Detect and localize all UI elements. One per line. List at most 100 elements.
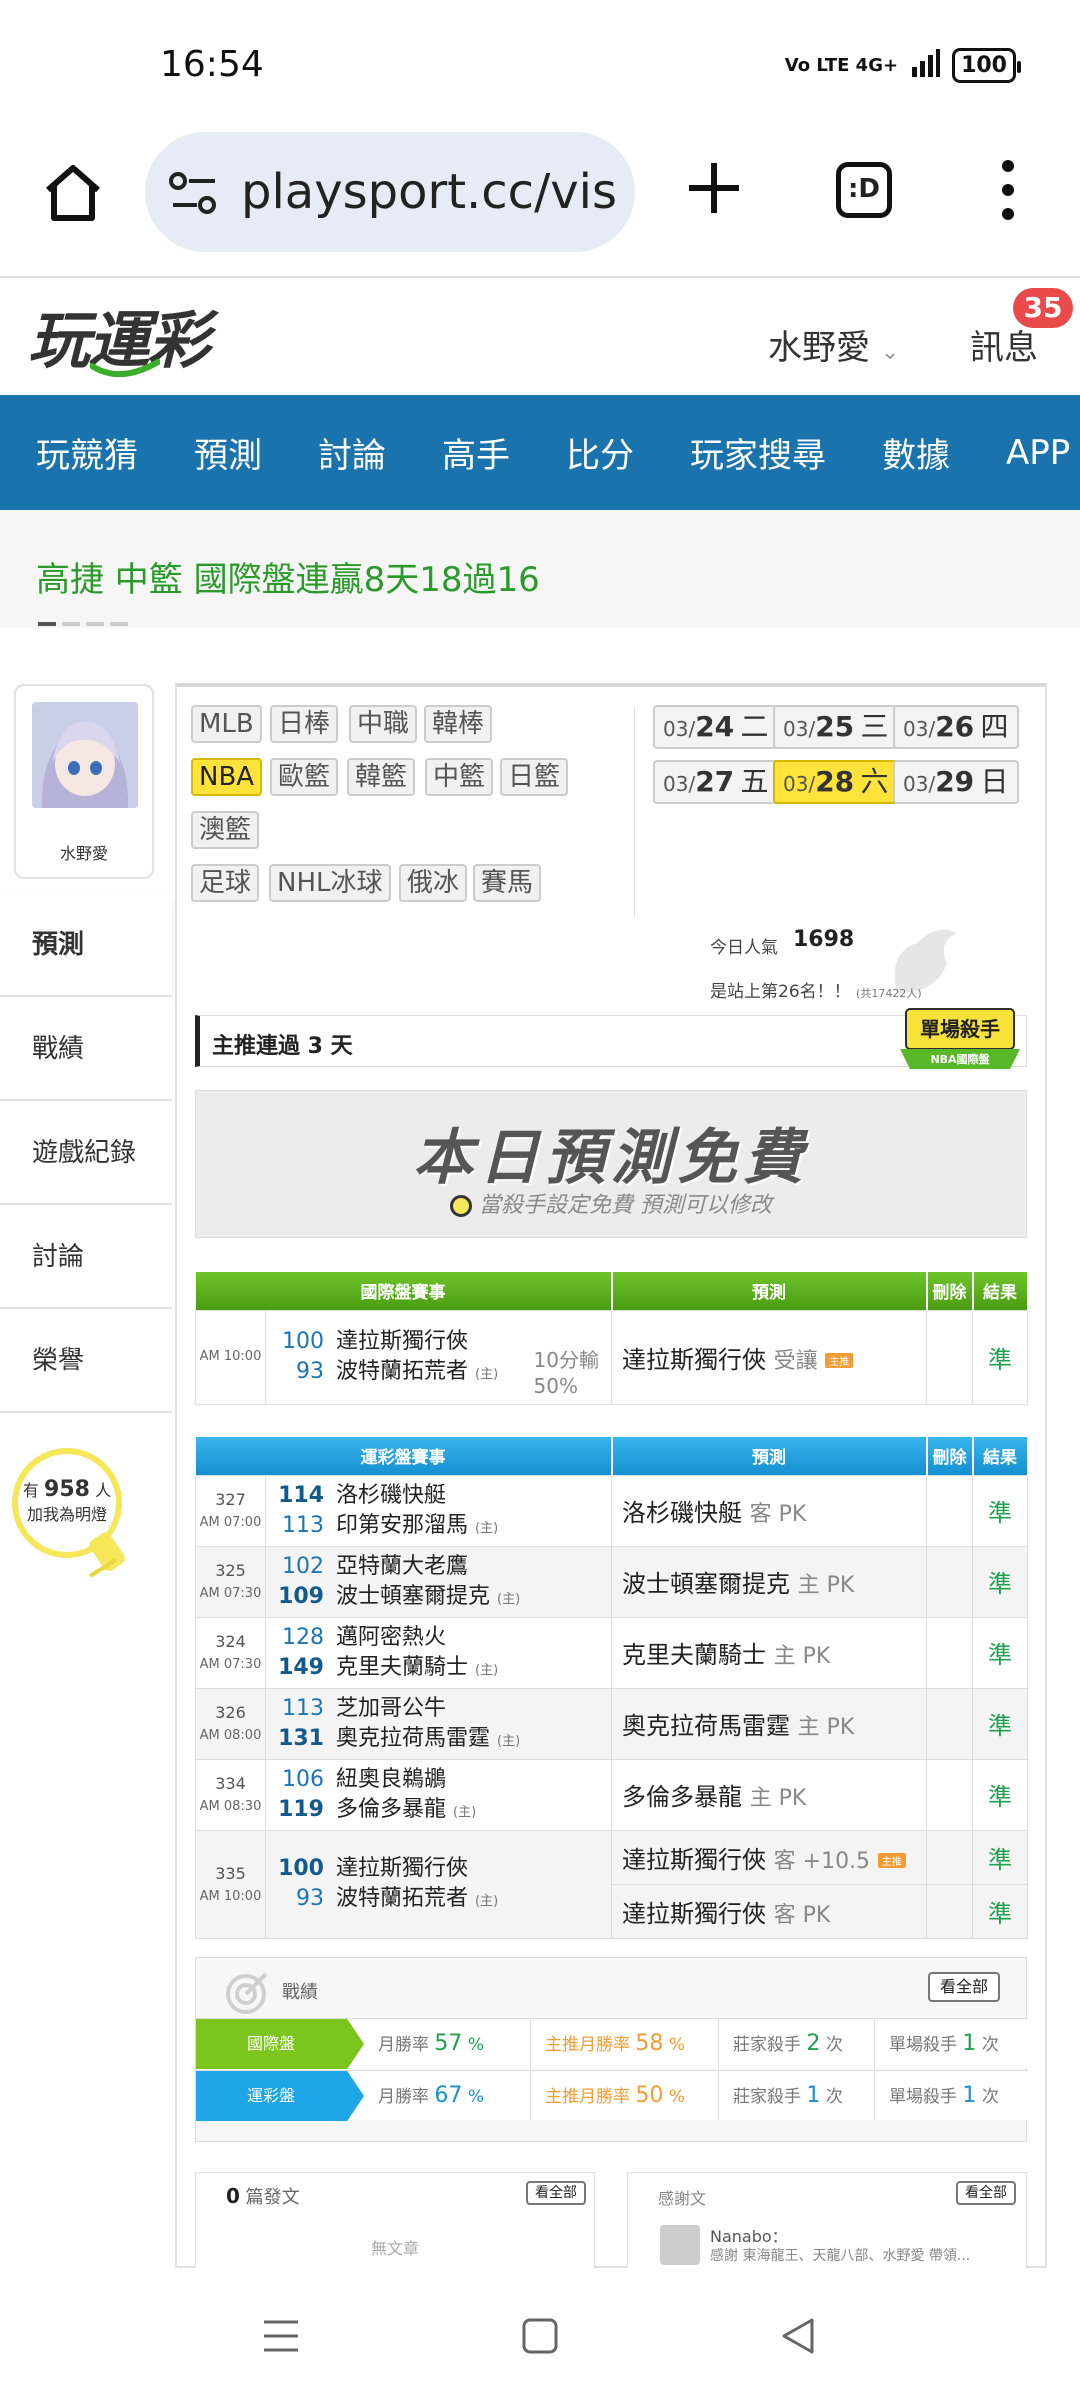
thanks-avatar[interactable] (660, 2225, 700, 2265)
date-weekday: 六 (860, 765, 889, 798)
recent-apps-icon[interactable] (262, 2318, 300, 2354)
new-tab-icon[interactable] (683, 157, 745, 219)
away-team[interactable]: 洛杉磯快艇 (336, 1483, 446, 1508)
date-tab[interactable]: 03/25 三 (773, 705, 899, 749)
sport-tag-kbl[interactable]: 韓籃 (347, 758, 416, 796)
delete-cell (926, 1309, 973, 1405)
date-tab-selected[interactable]: 03/28 六 (773, 760, 899, 804)
site-settings-icon[interactable] (169, 170, 219, 216)
away-team[interactable]: 達拉斯獨行俠 (336, 1856, 468, 1881)
away-team[interactable]: 達拉斯獨行俠 (336, 1329, 468, 1354)
posts-label: 篇發文 (245, 2187, 300, 2208)
sport-tag-npb[interactable]: 日棒 (270, 705, 339, 743)
nav-item-scores[interactable]: 比分 (566, 428, 634, 477)
tab-switcher-button[interactable]: :D (836, 162, 892, 218)
nav-item-app[interactable]: APP (1006, 433, 1070, 473)
nav-item-predict[interactable]: 預測 (194, 428, 262, 477)
view-all-button[interactable]: 看全部 (928, 1972, 1000, 2002)
record-row-lottery: 運彩盤 月勝率 67 % 主推月勝率 50 % 莊家殺手 1 次 單場殺手 1 … (196, 2070, 1028, 2121)
rank-label: 是站上第26名！！ (710, 982, 851, 1002)
date-tab[interactable]: 03/27 五 (653, 760, 779, 804)
sport-tag-horse-racing[interactable]: 賽馬 (473, 864, 542, 902)
profile-menu-honor[interactable]: 榮譽 (0, 1309, 172, 1413)
messages-badge: 35 (1013, 288, 1073, 328)
home-team[interactable]: 克里夫蘭騎士 (336, 1655, 468, 1680)
sport-tag-nhl[interactable]: NHL冰球 (269, 864, 391, 902)
main-pick-win-rate: 主推月勝率 58 % (530, 2019, 718, 2069)
pager-dot[interactable] (110, 622, 128, 626)
record-title: 戰績 (282, 1982, 318, 2003)
result: 準 (972, 1616, 1028, 1689)
profile-menu-forum[interactable]: 討論 (0, 1205, 172, 1309)
home-marker: (主) (475, 1367, 499, 1382)
date-tab[interactable]: 03/26 四 (893, 705, 1019, 749)
sport-tag-nbl[interactable]: 澳籃 (191, 811, 260, 849)
game-number: 325 (215, 1561, 246, 1581)
main-pick-tag: 主推 (825, 1353, 854, 1368)
thanks-user[interactable]: Nanabo： (710, 2223, 788, 2247)
date-month: 03/ (663, 717, 696, 741)
nav-item-data[interactable]: 數據 (882, 428, 950, 477)
sport-tag-kbo[interactable]: 韓棒 (424, 705, 493, 743)
profile-menu-game-log[interactable]: 遊戲紀錄 (0, 1101, 172, 1205)
prediction: 達拉斯獨行俠 客 +10.5 主推 (611, 1829, 927, 1885)
back-icon[interactable] (780, 2316, 816, 2356)
more-menu-icon[interactable] (990, 158, 1026, 222)
col-header-prediction: 預測 (611, 1437, 928, 1475)
home-team[interactable]: 波特蘭拓荒者 (336, 1359, 468, 1384)
date-month: 03/ (903, 772, 936, 796)
thanks-view-all-button[interactable]: 看全部 (956, 2181, 1016, 2205)
away-team[interactable]: 亞特蘭大老鷹 (336, 1554, 468, 1579)
user-menu[interactable]: 水野愛 ⌄ (768, 320, 899, 369)
result: 準 (972, 1758, 1028, 1831)
away-team[interactable]: 芝加哥公牛 (336, 1696, 446, 1721)
promo-banner[interactable]: 高捷 中籃 國際盤連贏8天18過16 (0, 510, 1080, 628)
sport-tag-cpbl[interactable]: 中職 (349, 705, 418, 743)
url-text[interactable]: playsport.cc/visit (241, 164, 621, 220)
nav-item-player-search[interactable]: 玩家搜尋 (690, 428, 826, 477)
home-icon[interactable] (40, 160, 106, 226)
result: 準 (972, 1829, 1028, 1885)
sport-tag-nba[interactable]: NBA (191, 758, 263, 796)
profile-menu-predict[interactable]: 預測 (0, 893, 172, 997)
home-team[interactable]: 奧克拉荷馬雷霆 (336, 1726, 490, 1751)
nav-item-forum[interactable]: 討論 (318, 428, 386, 477)
sport-tag-cba[interactable]: 中籃 (425, 758, 494, 796)
home-team[interactable]: 多倫多暴龍 (336, 1797, 446, 1822)
nav-item-experts[interactable]: 高手 (442, 428, 510, 477)
sport-tag-soccer[interactable]: 足球 (191, 864, 260, 902)
away-score: 128 (282, 1624, 324, 1650)
avatar[interactable] (32, 702, 138, 808)
sport-tag-khl[interactable]: 俄冰 (399, 864, 468, 902)
home-team[interactable]: 印第安那溜馬 (336, 1513, 468, 1538)
fans-cta: 加我為明燈 (26, 1504, 107, 1524)
posts-view-all-button[interactable]: 看全部 (526, 2181, 586, 2205)
profile-name: 水野愛 (59, 844, 108, 863)
url-bar[interactable]: playsport.cc/visit (145, 132, 635, 252)
home-team[interactable]: 波特蘭拓荒者 (336, 1886, 468, 1911)
away-team[interactable]: 邁阿密熱火 (336, 1625, 446, 1650)
sport-tag-mlb[interactable]: MLB (191, 705, 262, 743)
date-tab[interactable]: 03/29 日 (893, 760, 1019, 804)
profile-card[interactable]: 水野愛 (14, 684, 154, 879)
profile-menu-record[interactable]: 戰績 (0, 997, 172, 1101)
sport-tag-jbl[interactable]: 日籃 (500, 758, 569, 796)
away-score: 114 (278, 1482, 324, 1508)
col-header-result: 結果 (972, 1437, 1029, 1475)
game-teams: 100 達拉斯獨行俠 93 波特蘭拓荒者 (主) 10分輸 50% (265, 1309, 612, 1405)
main-rate-label: 主推月勝率 (545, 2035, 630, 2055)
nav-item-guess[interactable]: 玩競猜 (36, 428, 138, 477)
date-day: 25 (815, 710, 855, 743)
pager-dot[interactable] (86, 622, 104, 626)
date-tab[interactable]: 03/24 二 (653, 705, 779, 749)
promo-text[interactable]: 高捷 中籃 國際盤連贏8天18過16 (36, 552, 540, 601)
signal-icon (910, 48, 941, 83)
pager-dot[interactable] (62, 622, 80, 626)
percent-unit: % (668, 2035, 685, 2055)
sport-tag-euro-basketball[interactable]: 歐籃 (270, 758, 339, 796)
home-team[interactable]: 波士頓塞爾提克 (336, 1584, 490, 1609)
date-day: 26 (935, 710, 975, 743)
pager-dot[interactable] (38, 622, 56, 626)
home-nav-icon[interactable] (522, 2318, 558, 2354)
away-team[interactable]: 紐奧良鵜鶘 (336, 1767, 446, 1792)
